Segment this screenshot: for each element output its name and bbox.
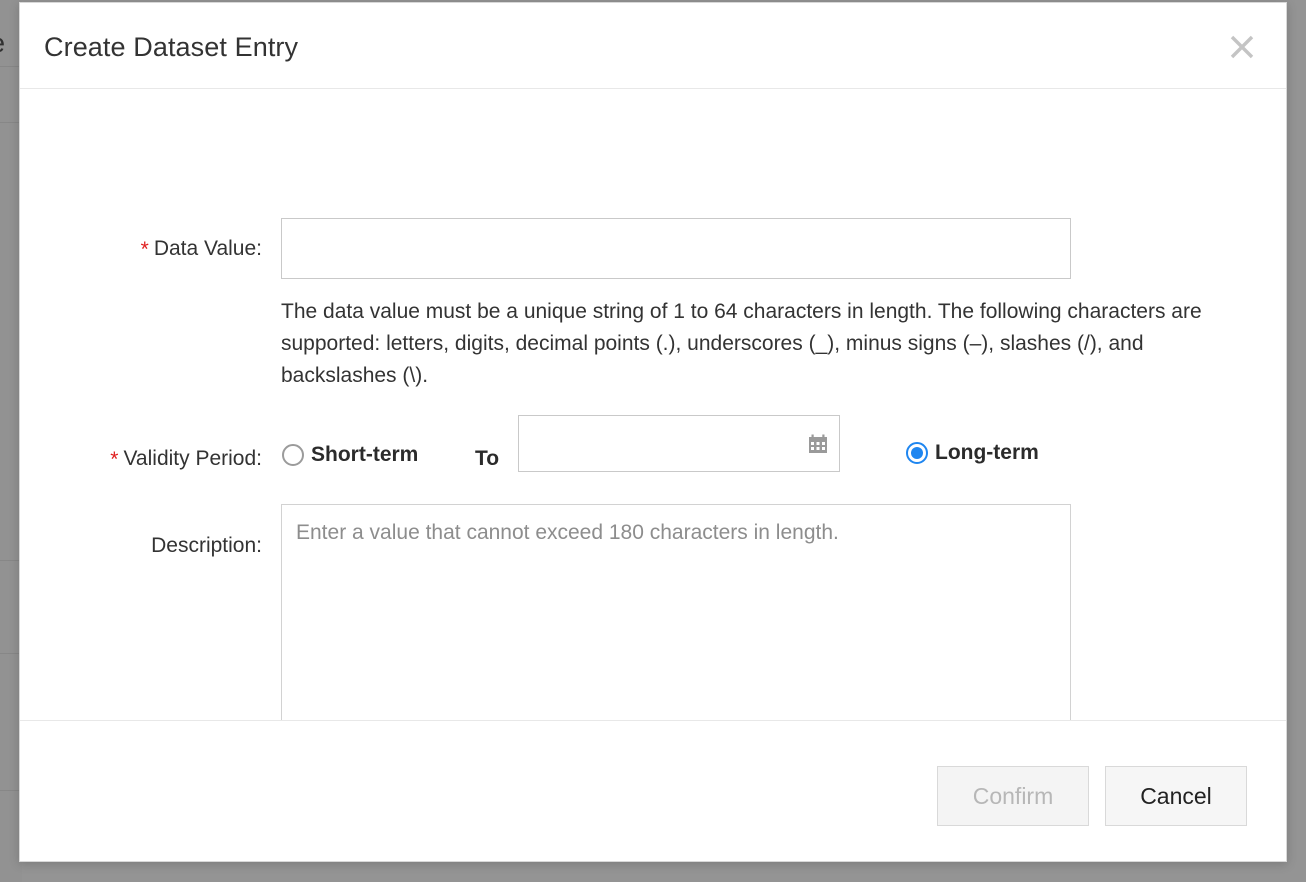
data-value-help-text: The data value must be a unique string o… — [281, 300, 1202, 387]
description-textarea[interactable] — [281, 504, 1071, 742]
to-label: To — [475, 447, 500, 470]
description-label: Description: — [151, 534, 262, 557]
radio-unchecked-icon — [282, 444, 304, 466]
radio-short-term-label: Short-term — [311, 443, 419, 466]
app-root: e Create Dataset Entry *Data — [0, 0, 1306, 882]
create-dataset-entry-dialog: Create Dataset Entry * Data Value: The da… — [19, 2, 1287, 862]
required-marker: * — [140, 238, 149, 261]
validity-period-label-text: Validity Period: — [123, 447, 262, 470]
cancel-button[interactable]: Cancel — [1105, 766, 1247, 826]
close-icon — [1227, 32, 1257, 62]
close-button[interactable] — [1220, 25, 1264, 69]
data-value-input[interactable] — [281, 218, 1071, 279]
radio-short-term[interactable]: Short-term — [282, 443, 418, 467]
confirm-button[interactable]: Confirm — [937, 766, 1089, 826]
validity-period-label: * Validity Period: — [20, 445, 262, 472]
description-field — [281, 504, 1071, 742]
validity-date-input[interactable] — [519, 416, 839, 471]
radio-long-term[interactable]: Long-term — [906, 441, 1039, 465]
radio-checked-icon — [906, 442, 928, 464]
dialog-body: * Data Value: The data value must be a un… — [20, 89, 1286, 742]
required-marker: * — [110, 448, 119, 471]
dialog-title: Create Dataset Entry — [44, 32, 299, 62]
dialog-footer: Confirm Cancel — [20, 720, 1286, 861]
validity-date-field[interactable] — [518, 415, 840, 472]
dialog-header: Create Dataset Entry — [20, 3, 1286, 89]
data-value-label-text: Data Value: — [153, 237, 262, 260]
data-value-label: * Data Value: — [20, 235, 262, 262]
radio-long-term-label: Long-term — [935, 441, 1039, 464]
